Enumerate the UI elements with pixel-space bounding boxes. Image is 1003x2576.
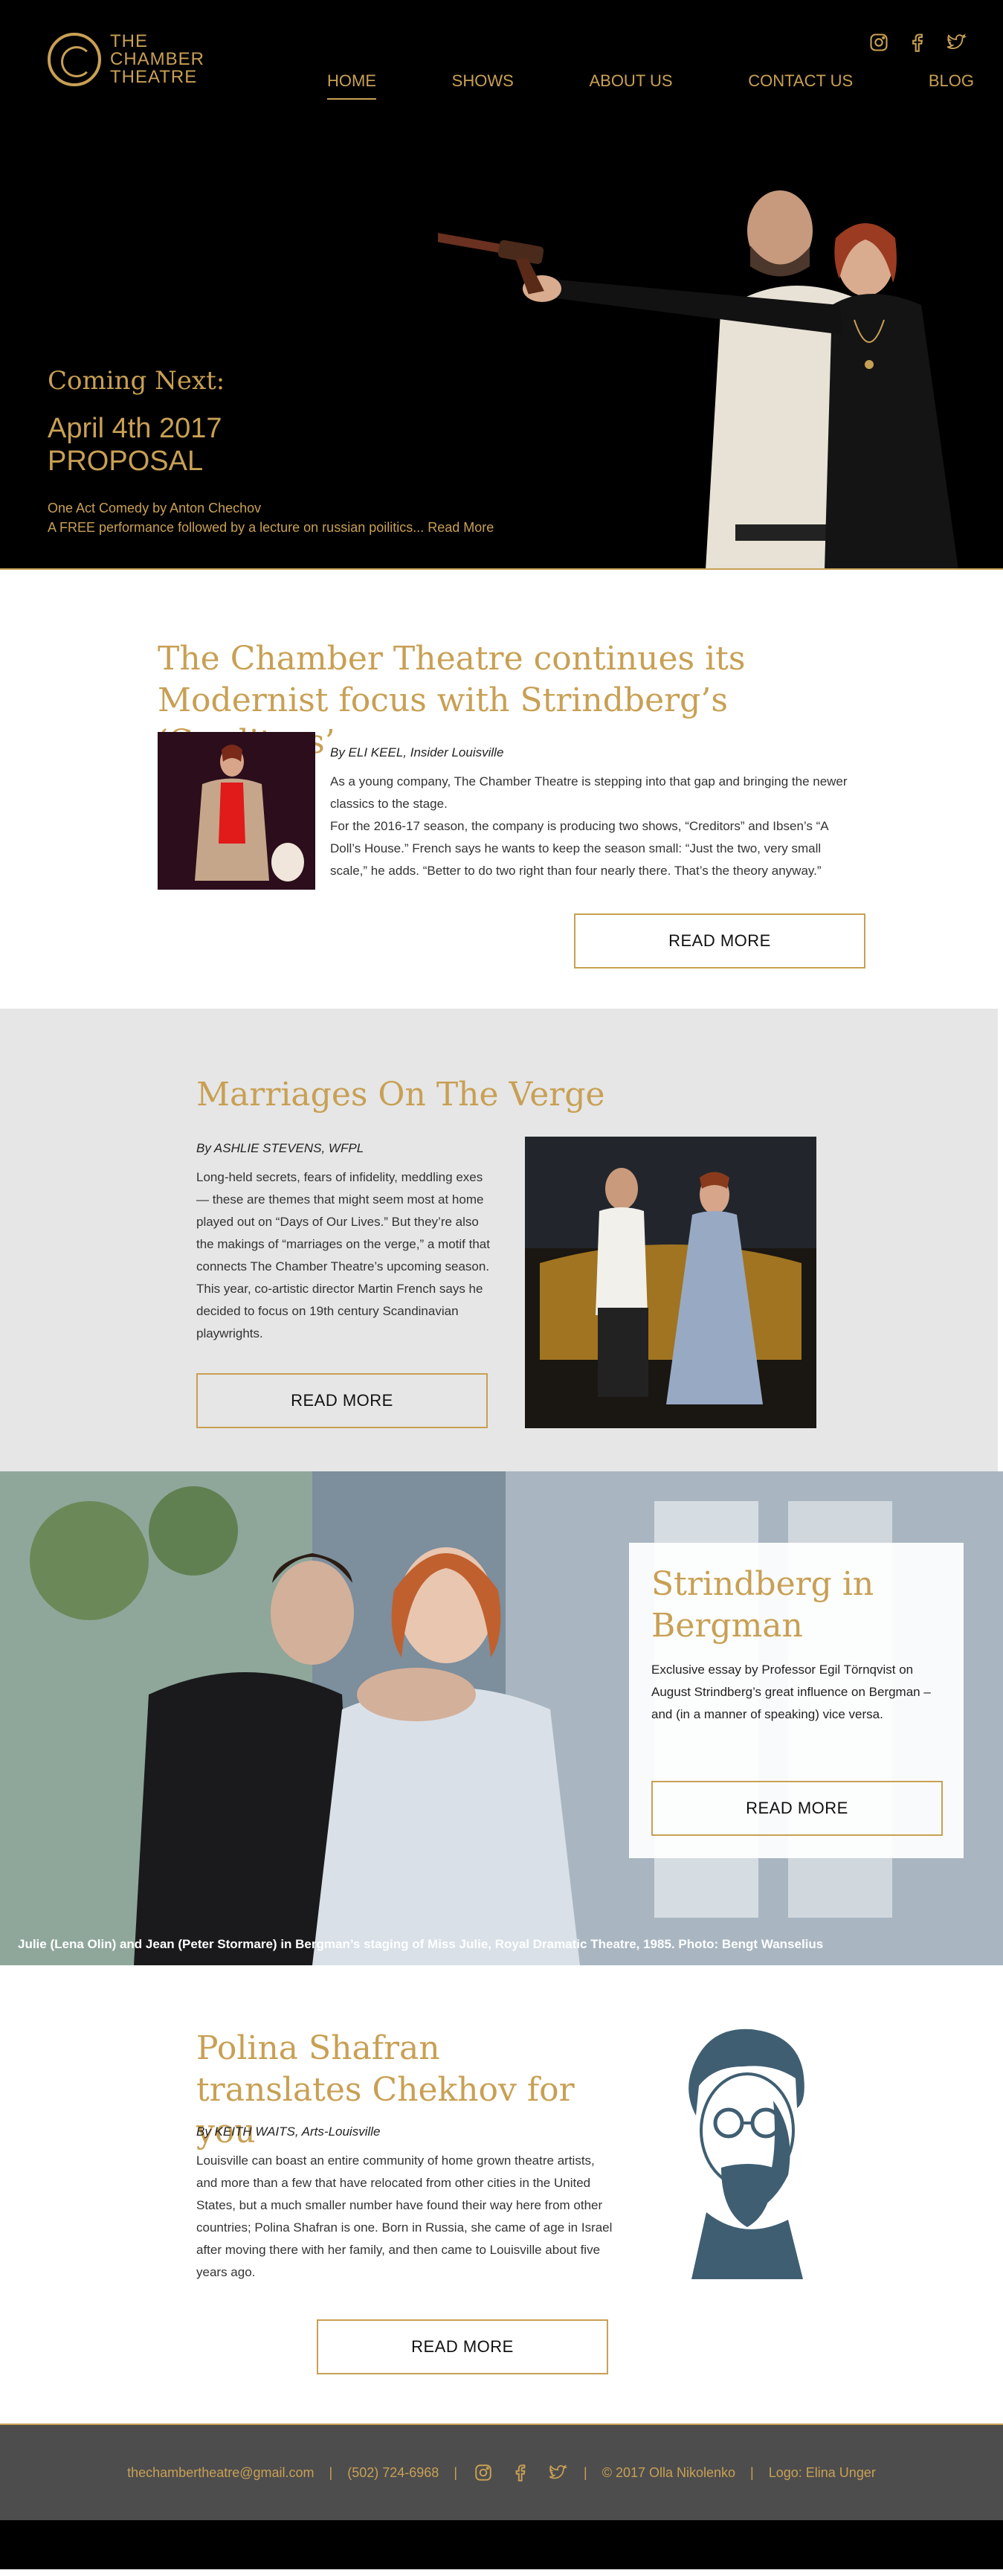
article-byline: By ELI KEEL, Insider Louisville <box>330 745 504 759</box>
site-footer: thechambertheatre@gmail.com | (502) 724-… <box>0 2425 1003 2520</box>
article-marriages: Marriages On The Verge By ASHLIE STEVENS… <box>0 1009 998 1471</box>
footer-separator: | <box>329 2464 333 2480</box>
article-image <box>158 732 315 890</box>
article-body: As a young company, The Chamber Theatre … <box>330 771 860 882</box>
hero-sub-line-2: A FREE performance followed by a lecture… <box>48 520 425 535</box>
hero-text: Coming Next: April 4th 2017 PROPOSAL One… <box>48 366 494 537</box>
read-more-button[interactable]: READ MORE <box>317 2319 608 2374</box>
footer-email-link[interactable]: thechambertheatre@gmail.com <box>127 2465 314 2481</box>
article-title: Marriages On The Verge <box>196 1076 605 1114</box>
site-logo[interactable]: THE CHAMBER THEATRE <box>48 33 204 86</box>
facebook-icon[interactable] <box>906 31 929 54</box>
article-body: Long-held secrets, fears of infidelity, … <box>196 1170 490 1340</box>
article-byline: By ASHLIE STEVENS, WFPL <box>196 1141 364 1155</box>
footer-logo-credit: Logo: Elina Unger <box>768 2464 876 2480</box>
article-paragraph-2: For the 2016-17 season, the company is p… <box>330 819 828 878</box>
logo-line-3: THEATRE <box>110 67 198 87</box>
logo-ring-icon <box>48 33 101 86</box>
nav-blog[interactable]: BLOG <box>929 71 974 100</box>
footer-copyright: © 2017 Olla Nikolenko <box>602 2464 736 2480</box>
article-byline: By KEITH WAITS, Arts-Louisville <box>196 2124 381 2139</box>
read-more-button[interactable]: READ MORE <box>574 913 865 969</box>
article-card: Strindberg in Bergman Exclusive essay by… <box>629 1543 964 1858</box>
instagram-icon[interactable] <box>472 2461 494 2484</box>
chekhov-portrait-image <box>688 2029 804 2279</box>
hero-show-title: PROPOSAL <box>48 446 204 477</box>
footer-separator: | <box>454 2464 457 2480</box>
nav-about-us[interactable]: ABOUT US <box>589 71 672 100</box>
hero-coming-label: Coming Next: <box>48 366 225 396</box>
article-body: Louisville can boast an entire community… <box>196 2153 613 2279</box>
footer-separator: | <box>584 2464 587 2480</box>
photo-caption: Julie (Lena Olin) and Jean (Peter Storma… <box>18 1937 824 1951</box>
facebook-icon[interactable] <box>509 2461 532 2484</box>
instagram-icon[interactable] <box>868 31 890 54</box>
social-links-header <box>868 31 967 54</box>
article-paragraph-1: As a young company, The Chamber Theatre … <box>330 774 848 811</box>
hero-section: THE CHAMBER THEATRE HOME SHOWS ABOUT US … <box>0 0 1003 570</box>
article-title: Strindberg in Bergman <box>651 1565 874 1645</box>
twitter-icon[interactable] <box>546 2461 569 2484</box>
footer-bottom-bar <box>0 2520 1003 2569</box>
nav-contact-us[interactable]: CONTACT US <box>748 71 853 100</box>
footer-phone[interactable]: (502) 724-6968 <box>347 2465 439 2481</box>
article-strindberg-bergman: Strindberg in Bergman Exclusive essay by… <box>0 1471 1003 1965</box>
logo-line-1: THE <box>110 31 148 51</box>
article-body: Exclusive essay by Professor Egil Törnqv… <box>651 1663 931 1721</box>
twitter-icon[interactable] <box>945 31 967 54</box>
hero-read-more-link[interactable]: Read More <box>428 520 494 535</box>
main-nav: HOME SHOWS ABOUT US CONTACT US BLOG <box>327 71 974 100</box>
hero-description: One Act Comedy by Anton Chechov A FREE p… <box>48 498 494 537</box>
hero-photo <box>438 186 1003 570</box>
read-more-button[interactable]: READ MORE <box>196 1373 488 1428</box>
logo-line-2: CHAMBER <box>110 49 205 69</box>
footer-separator: | <box>750 2464 754 2480</box>
article-image <box>525 1137 816 1428</box>
article-chekhov: Polina Shafran translates Chekhov for yo… <box>0 1965 1003 2424</box>
nav-home[interactable]: HOME <box>327 71 376 100</box>
read-more-button[interactable]: READ MORE <box>651 1781 943 1836</box>
hero-date: April 4th 2017 <box>48 413 222 444</box>
hero-sub-line-1: One Act Comedy by Anton Chechov <box>48 501 262 515</box>
nav-shows[interactable]: SHOWS <box>452 71 514 100</box>
article-creditors: The Chamber Theatre continues its Modern… <box>0 570 1003 1009</box>
